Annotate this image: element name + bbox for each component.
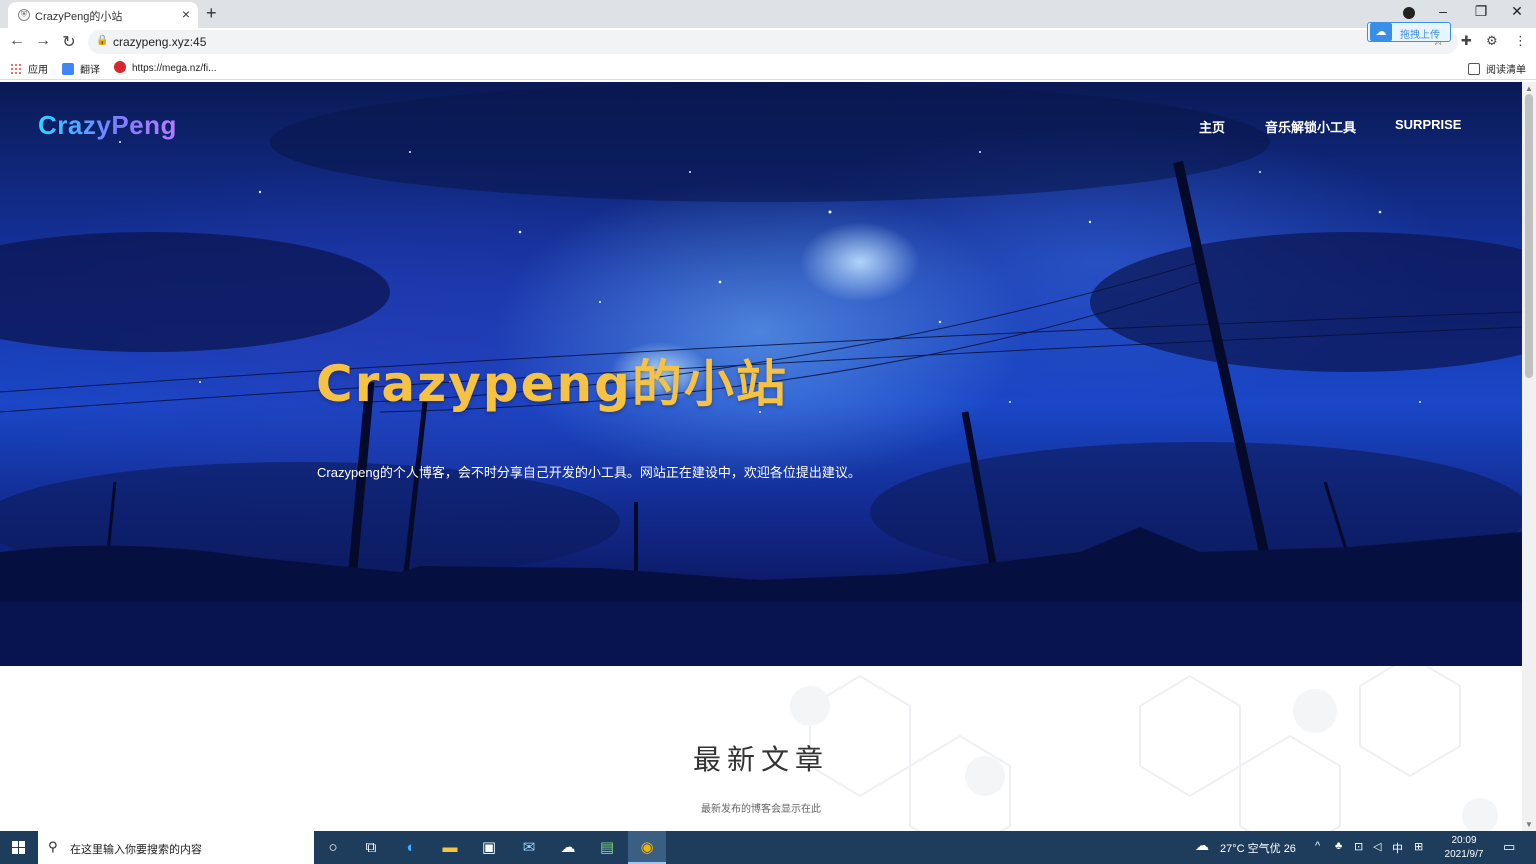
file-explorer-icon[interactable]: ▬ (431, 831, 469, 864)
reading-list-icon (1468, 63, 1480, 75)
bookmark-translate[interactable]: 翻译 (62, 61, 100, 76)
start-button[interactable] (0, 831, 38, 864)
app-tray-icon[interactable]: ♣ (1335, 840, 1342, 852)
cortana-icon[interactable]: ○ (314, 831, 352, 864)
close-window-button[interactable]: ✕ (1502, 3, 1532, 20)
apps-grid-icon (10, 63, 22, 75)
section-title: 最新文章 (692, 743, 829, 776)
task-view-icon[interactable]: ⧉ (352, 831, 390, 864)
web-page: CrazyPeng 主页 音乐解锁小工具 SURPRISE Crazypeng的… (0, 82, 1522, 831)
clock-date: 2021/9/7 (1444, 849, 1484, 860)
new-tab-button[interactable]: + (206, 3, 217, 24)
microsoft-store-icon[interactable]: ▣ (470, 831, 508, 864)
browser-menu-icon[interactable]: ⋮ (1514, 33, 1527, 49)
search-icon: ⚲ (48, 839, 58, 854)
clock-time: 20:09 (1451, 835, 1477, 846)
avatar[interactable]: ⚙ (1486, 33, 1498, 49)
close-tab-icon[interactable]: × (182, 6, 190, 22)
windows-logo-icon (12, 841, 25, 854)
translate-icon (62, 63, 74, 75)
minimize-button[interactable]: – (1428, 3, 1458, 19)
windows-taskbar: ⚲ 在这里输入你要搜索的内容 ○ ⧉ ◐ ▬ ▣ ✉ ☁ ▤ ◉ ☁ 27°C … (0, 831, 1536, 864)
extensions-puzzle-icon[interactable]: ✚ (1461, 33, 1472, 49)
hero-banner: CrazyPeng 主页 音乐解锁小工具 SURPRISE Crazypeng的… (0, 82, 1522, 666)
bookmarks-bar: 应用 翻译 https://mega.nz/fi... 阅读清单 (0, 56, 1536, 80)
reload-icon[interactable]: ↻ (59, 32, 79, 52)
browser-toolbar: ← → ↻ 🔒 crazypeng.xyz:45 ☆ ✚ ⚙ ⋮ (0, 28, 1536, 56)
lock-icon[interactable]: 🔒 (96, 35, 108, 46)
taskbar-search-box[interactable]: ⚲ 在这里输入你要搜索的内容 (38, 831, 314, 864)
page-scrollbar[interactable]: ▲ ▼ (1522, 82, 1536, 831)
scroll-up-arrow-icon[interactable]: ▲ (1525, 84, 1533, 93)
site-logo[interactable]: CrazyPeng (38, 110, 177, 141)
nav-home[interactable]: 主页 (1199, 117, 1225, 136)
scroll-down-arrow-icon[interactable]: ▼ (1525, 820, 1533, 829)
volume-icon[interactable]: ◁ (1373, 840, 1381, 853)
weather-status[interactable]: 27°C 空气优 26 (1220, 840, 1296, 856)
edge-browser-icon[interactable]: ◐ (392, 831, 430, 864)
address-bar[interactable]: 🔒 crazypeng.xyz:45 ☆ (88, 30, 1458, 54)
cloud-icon: ☁ (1370, 23, 1392, 41)
restore-button[interactable]: ❐ (1466, 3, 1496, 20)
tab-strip: ⛨ CrazyPeng的小站 × + – ❐ ✕ (0, 0, 1536, 28)
weather-cloud-icon[interactable]: ☁ (1195, 837, 1209, 854)
bookmark-mega[interactable]: https://mega.nz/fi... (114, 61, 216, 74)
browser-tab[interactable]: ⛨ CrazyPeng的小站 × (8, 2, 198, 28)
nav-surprise[interactable]: SURPRISE (1395, 117, 1461, 132)
terminal-app-icon[interactable]: ▤ (588, 831, 626, 864)
tab-title: CrazyPeng的小站 (35, 11, 123, 23)
bookmark-apps[interactable]: 应用 (10, 61, 48, 76)
system-clock[interactable]: 20:09 2021/9/7 (1440, 834, 1488, 862)
baidu-upload-button[interactable]: ☁ 拖拽上传 (1367, 22, 1451, 42)
mega-icon (114, 61, 126, 73)
shield-icon: ⛨ (18, 9, 30, 21)
url-text[interactable]: crazypeng.xyz:45 (113, 35, 206, 49)
scrollbar-thumb[interactable] (1525, 94, 1533, 378)
mail-icon[interactable]: ✉ (510, 831, 548, 864)
reading-list-button[interactable]: 阅读清单 (1468, 61, 1526, 76)
profile-menu-icon[interactable] (1403, 7, 1415, 19)
taskbar-search-placeholder: 在这里输入你要搜索的内容 (70, 844, 202, 856)
chrome-icon[interactable]: ◉ (628, 831, 666, 864)
baidu-netdisk-icon[interactable]: ☁ (549, 831, 587, 864)
notification-center-icon[interactable]: ▭ (1503, 839, 1515, 855)
forward-arrow-icon[interactable]: → (33, 32, 53, 50)
baidu-upload-label: 拖拽上传 (1400, 30, 1440, 41)
nav-music-unlock-tool[interactable]: 音乐解锁小工具 (1265, 117, 1356, 136)
ime-indicator[interactable]: 中 (1392, 840, 1403, 856)
back-arrow-icon[interactable]: ← (7, 32, 27, 50)
latest-articles-section: 最新文章 最新发布的博客会显示在此 (0, 666, 1522, 831)
keyboard-layout-icon[interactable]: ⊞ (1414, 840, 1423, 853)
tray-overflow-chevron-icon[interactable]: ^ (1315, 840, 1320, 852)
hero-subtitle: Crazypeng的个人博客，会不时分享自己开发的小工具。网站正在建设中，欢迎各… (317, 465, 861, 480)
network-icon[interactable]: ⊡ (1354, 840, 1363, 853)
section-subtitle: 最新发布的博客会显示在此 (701, 804, 821, 815)
hero-title: Crazypeng的小站 (316, 355, 788, 413)
